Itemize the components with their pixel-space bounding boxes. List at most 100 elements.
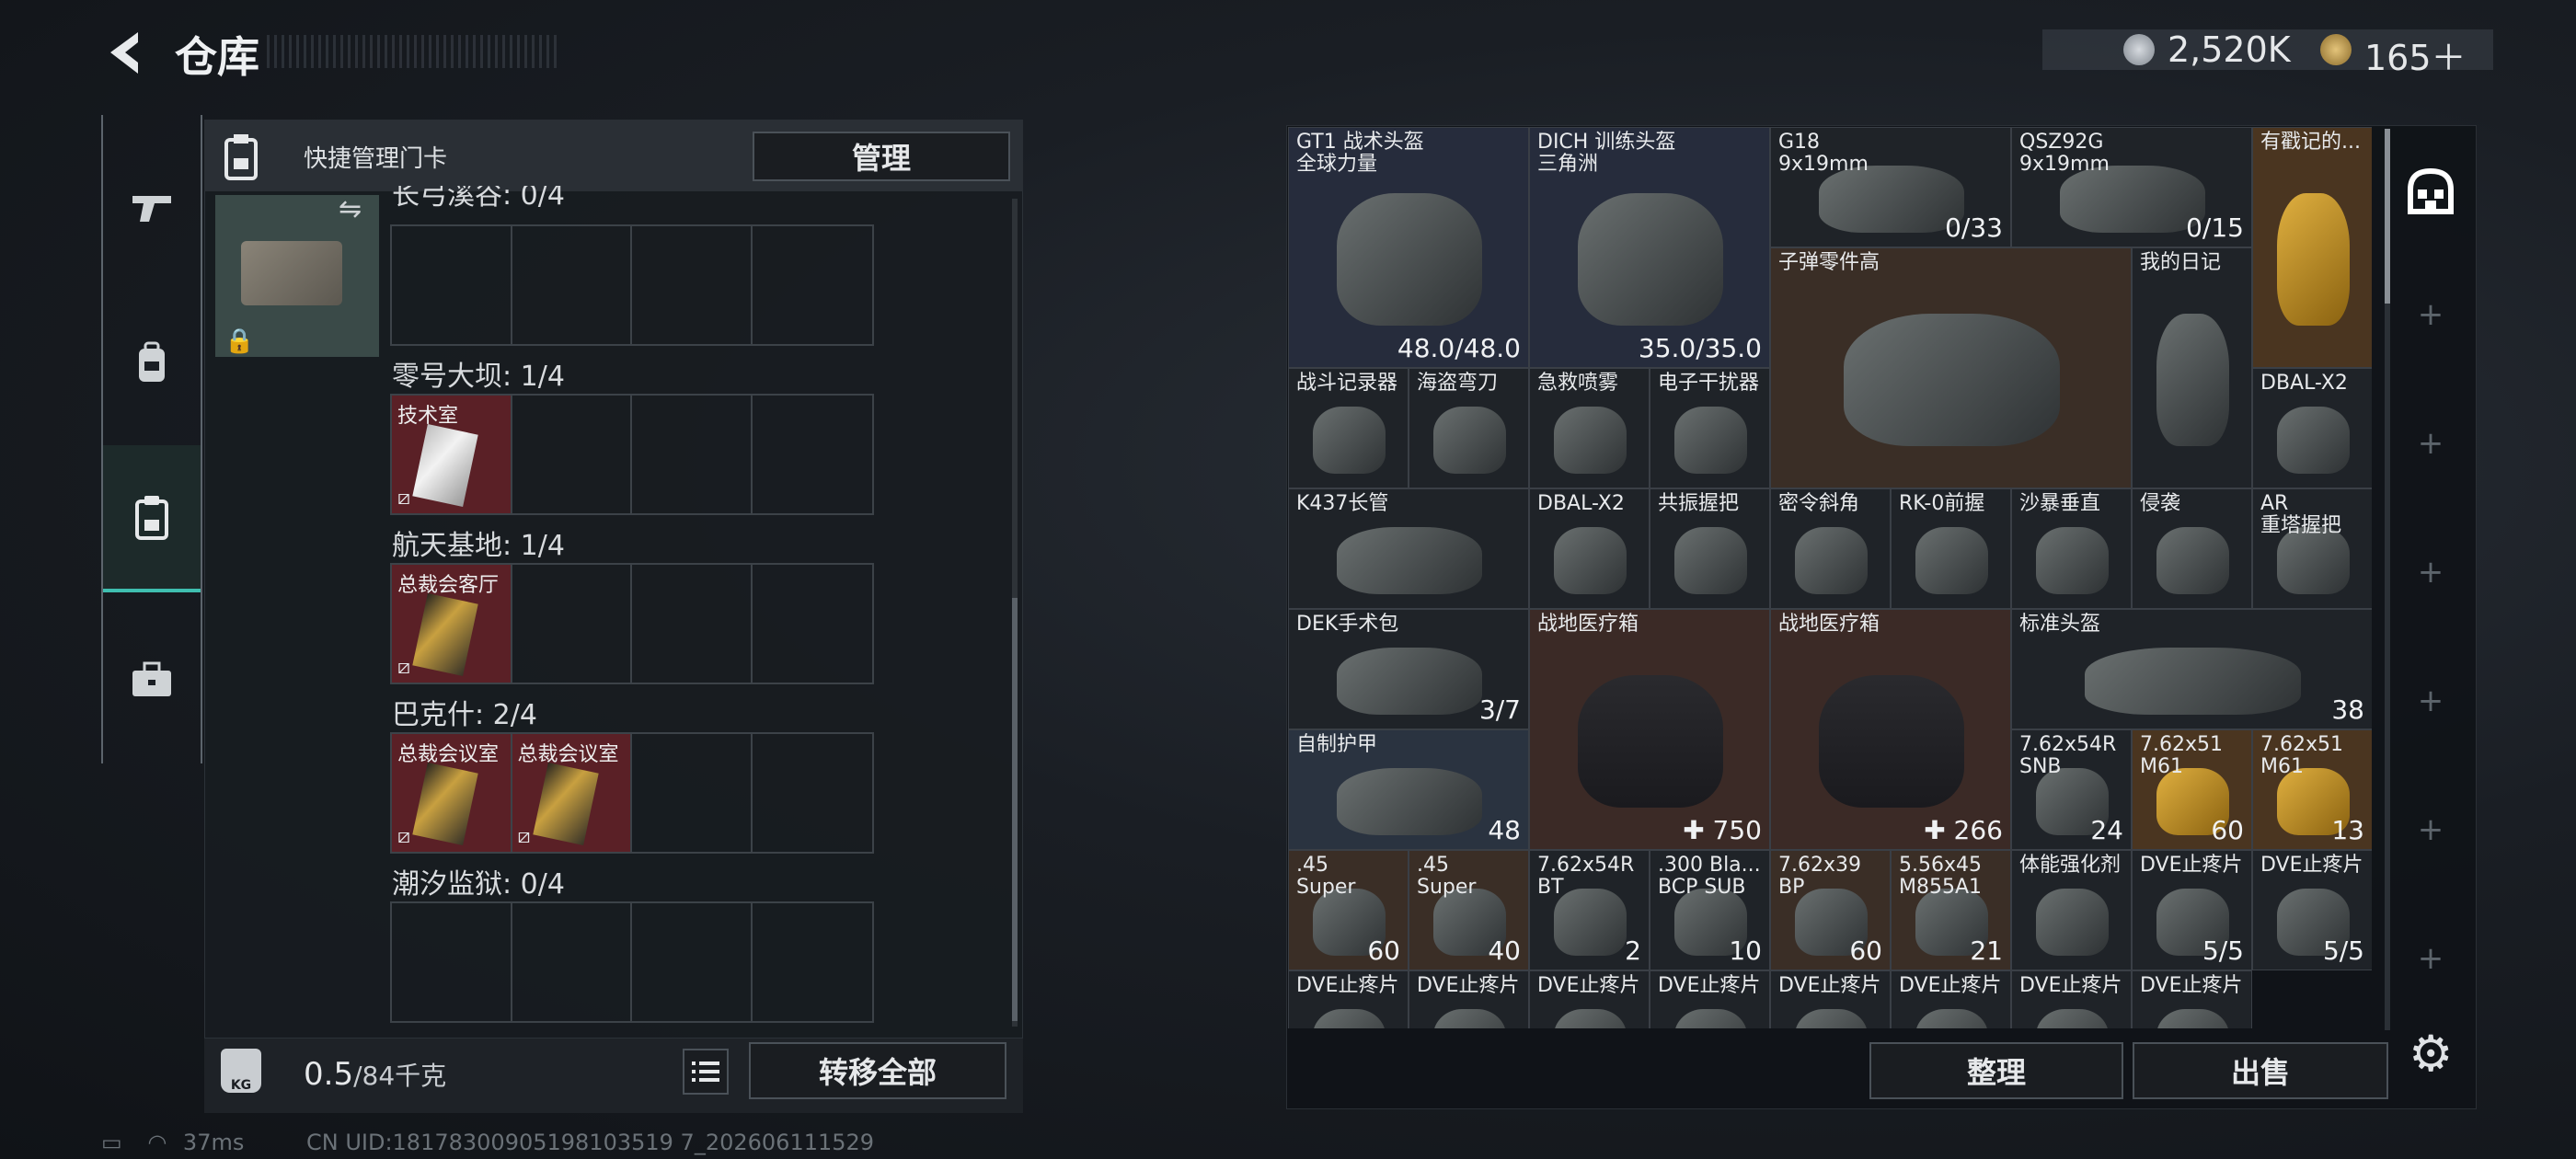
keycard-slot[interactable]	[512, 226, 632, 344]
stash-item[interactable]: 战地医疗箱 ✚ 750	[1529, 609, 1770, 850]
silver-coin-icon	[2123, 34, 2155, 65]
manage-button[interactable]: 管理	[753, 132, 1010, 181]
left-scrollbar-thumb[interactable]	[1012, 598, 1018, 1021]
add-stash-tab-4[interactable]: +	[2412, 683, 2449, 719]
sort-button[interactable]: 整理	[1869, 1042, 2123, 1099]
stash-item[interactable]: .45 Super 40	[1409, 850, 1529, 970]
nav-keycards[interactable]	[103, 445, 201, 592]
gear-icon[interactable]: ⚙	[2409, 1025, 2453, 1083]
stash-item[interactable]: 海盗弯刀	[1409, 368, 1529, 488]
keycard-slot[interactable]	[512, 565, 632, 683]
add-stash-tab-5[interactable]: +	[2412, 811, 2449, 848]
nav-weapons[interactable]	[103, 156, 201, 258]
keycard-slot[interactable]	[632, 734, 753, 852]
stash-item[interactable]: .45 Super 60	[1288, 850, 1409, 970]
keycard-icon	[217, 131, 265, 182]
keycard-slot[interactable]	[392, 903, 512, 1021]
stash-item[interactable]: AR 重塔握把	[2252, 488, 2372, 609]
stash-item[interactable]: 电子干扰器	[1650, 368, 1770, 488]
keycard-slot[interactable]	[392, 226, 512, 344]
stash-item[interactable]: 7.62x54R SNB 24	[2011, 729, 2132, 850]
stash-item[interactable]: 7.62x51 M61 60	[2132, 729, 2252, 850]
add-stash-tab-3[interactable]: +	[2412, 554, 2449, 591]
stash-item[interactable]: .300 Bla... BCP SUB 10	[1650, 850, 1770, 970]
stash-item[interactable]: 标准头盔 38	[2011, 609, 2372, 729]
stash-item[interactable]: 有戳记的...	[2252, 127, 2372, 368]
keycard-slot[interactable]: 技术室 ⧄	[392, 396, 512, 513]
back-arrow-icon[interactable]	[101, 28, 147, 78]
keycard-slot[interactable]	[632, 903, 753, 1021]
add-stash-tab-2[interactable]: +	[2412, 425, 2449, 462]
item-quantity: 35.0/35.0	[1638, 333, 1762, 363]
keycard-slot[interactable]	[753, 903, 873, 1021]
stash-item[interactable]: DBAL-X2	[1529, 488, 1650, 609]
list-view-button[interactable]	[683, 1049, 729, 1095]
gun-icon	[132, 196, 171, 222]
stash-item[interactable]: 急救喷雾	[1529, 368, 1650, 488]
transfer-all-button[interactable]: 转移全部	[749, 1042, 1006, 1099]
stash-item[interactable]: DEK手术包 3/7	[1288, 609, 1529, 729]
stash-item[interactable]: DBAL-X2	[2252, 368, 2372, 488]
item-name: DVE止疼片	[2140, 974, 2243, 997]
stash-item[interactable]: 共振握把	[1650, 488, 1770, 609]
stash-item[interactable]: 战斗记录器	[1288, 368, 1409, 488]
stash-item[interactable]: G18 9x19mm 0/33	[1770, 127, 2011, 247]
keycard-slot[interactable]	[512, 396, 632, 513]
no-trade-icon: ⧄	[397, 825, 410, 848]
stash-item[interactable]: 密令斜角	[1770, 488, 1891, 609]
stash-item[interactable]: 沙暴垂直	[2011, 488, 2132, 609]
keycard-slot[interactable]	[753, 226, 873, 344]
stash-item[interactable]: DVE止疼片 5/5	[2132, 850, 2252, 970]
stash-item[interactable]: DVE止疼片	[2132, 970, 2252, 1028]
nav-supplies[interactable]	[103, 629, 201, 730]
keycard-slot[interactable]	[512, 903, 632, 1021]
sell-button[interactable]: 出售	[2133, 1042, 2388, 1099]
keycard-slot[interactable]: 总裁会议室 ⧄	[512, 734, 632, 852]
stash-item[interactable]: DVE止疼片	[1409, 970, 1529, 1028]
keycard-name: 总裁会议室	[517, 743, 619, 766]
stash-scrollbar-thumb[interactable]	[2385, 129, 2390, 304]
nav-armor[interactable]	[103, 313, 201, 414]
stash-item[interactable]: K437长管	[1288, 488, 1529, 609]
stash-item[interactable]: DICH 训练头盔 三角洲 35.0/35.0	[1529, 127, 1770, 368]
weight-unit: /84千克	[353, 1061, 447, 1091]
stash-item[interactable]: 我的日记	[2132, 247, 2252, 488]
stash-item[interactable]: DVE止疼片	[1891, 970, 2011, 1028]
keycard-slot[interactable]	[632, 226, 753, 344]
keycard-slot[interactable]	[753, 734, 873, 852]
stash-item[interactable]: 7.62x51 M61 13	[2252, 729, 2372, 850]
stash-item[interactable]: QSZ92G 9x19mm 0/15	[2011, 127, 2252, 247]
stash-item[interactable]: 侵袭	[2132, 488, 2252, 609]
stash-item[interactable]: 自制护甲 48	[1288, 729, 1529, 850]
item-quantity: 0/33	[1945, 212, 2003, 243]
stash-item[interactable]: 子弹零件高	[1770, 247, 2132, 488]
stash-item[interactable]: 战地医疗箱 ✚ 266	[1770, 609, 2011, 850]
stash-item[interactable]: DVE止疼片	[1529, 970, 1650, 1028]
item-image	[1795, 1009, 1868, 1028]
stash-item[interactable]: DVE止疼片	[1288, 970, 1409, 1028]
zone-label: 潮汐监狱: 0/4	[392, 868, 565, 901]
stash-item[interactable]: 体能强化剂	[2011, 850, 2132, 970]
item-name: DVE止疼片	[1537, 974, 1640, 997]
stash-item[interactable]: DVE止疼片 5/5	[2252, 850, 2372, 970]
keycard-slot[interactable]	[753, 565, 873, 683]
keycard-slot[interactable]	[632, 396, 753, 513]
keycard-slot[interactable]	[632, 565, 753, 683]
stash-item[interactable]: 7.62x54R BT 2	[1529, 850, 1650, 970]
stash-item[interactable]: DVE止疼片	[1770, 970, 1891, 1028]
stash-item[interactable]: GT1 战术头盔 全球力量 48.0/48.0	[1288, 127, 1529, 368]
stash-home-icon[interactable]	[2405, 166, 2456, 217]
stash-item[interactable]: DVE止疼片	[2011, 970, 2132, 1028]
stash-item[interactable]: 5.56x45 M855A1 21	[1891, 850, 2011, 970]
add-stash-tab-1[interactable]: +	[2412, 296, 2449, 333]
keycard-slot[interactable]: 总裁会客厅 ⧄	[392, 565, 512, 683]
currency-amount-2[interactable]: 165＋	[2364, 29, 2467, 80]
stash-item[interactable]: DVE止疼片	[1650, 970, 1770, 1028]
keycard-slot[interactable]	[753, 396, 873, 513]
stash-item[interactable]: RK-0前握	[1891, 488, 2011, 609]
swap-icon[interactable]: ⇋	[339, 193, 362, 225]
keycard-slot[interactable]: 总裁会议室 ⧄	[392, 734, 512, 852]
stash-item[interactable]: 7.62x39 BP 60	[1770, 850, 1891, 970]
keycard-name: 总裁会客厅	[397, 574, 500, 597]
add-stash-tab-6[interactable]: +	[2412, 940, 2449, 977]
